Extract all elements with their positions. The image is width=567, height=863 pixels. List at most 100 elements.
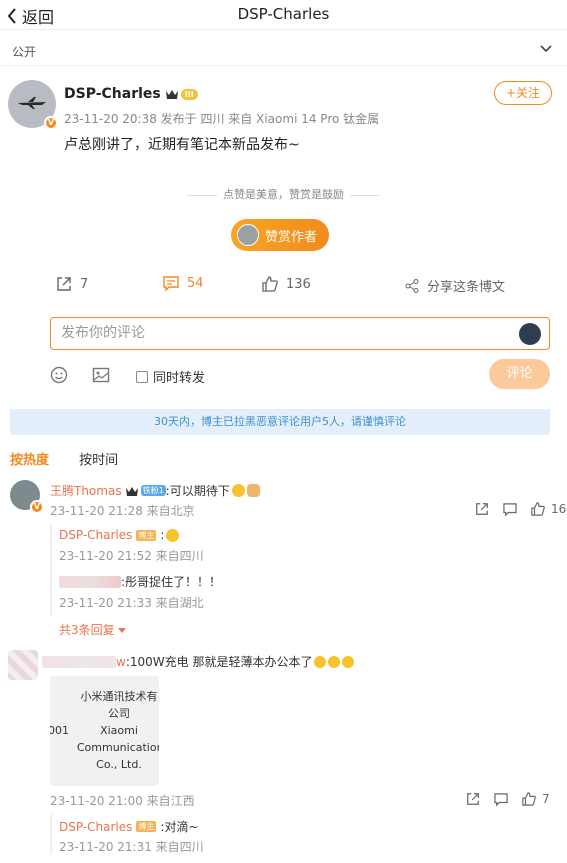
comment-button[interactable]: 54 — [163, 276, 204, 291]
clap-emoji-icon — [246, 484, 260, 497]
post-meta: 23-11-20 20:38 发布于 四川 来自 Xiaomi 14 Pro 钛… — [64, 112, 380, 126]
comment-icon[interactable] — [494, 792, 508, 806]
repost-icon — [57, 277, 71, 291]
repost-check-label: 同时转发 — [153, 371, 206, 386]
author-name[interactable]: DSP-Charles — [64, 86, 161, 102]
reply-line: :彤哥捉住了！！！ — [59, 573, 221, 590]
reply-thread — [50, 814, 52, 854]
repost-icon[interactable] — [475, 502, 489, 516]
thumbs-up-icon[interactable] — [522, 792, 536, 806]
comment-text: :可以期待下 — [165, 484, 230, 498]
top-nav: 返回 DSP-Charles — [0, 0, 567, 30]
author-badge: 博主 — [136, 529, 157, 541]
comment-actions: 16 — [461, 502, 566, 516]
card-line: 小米通讯技术有 — [80, 690, 158, 703]
card-line: Communicatior — [76, 741, 159, 754]
avatar[interactable] — [8, 650, 38, 680]
avatar[interactable]: V — [10, 480, 44, 514]
divider-line — [350, 194, 380, 196]
reward-avatar — [237, 224, 259, 246]
share-icon — [405, 278, 419, 293]
repost-button[interactable]: 7 — [56, 276, 88, 292]
divider-text: 点赞是美意，赞赏是鼓励 — [223, 188, 344, 201]
repost-count: 7 — [80, 276, 89, 292]
redacted-name — [59, 575, 121, 588]
comment-like-count: 16 — [551, 502, 567, 516]
level-badge: III — [180, 88, 198, 100]
commenter-name[interactable]: 王腾Thomas — [50, 482, 122, 499]
follow-button[interactable]: +关注 — [494, 81, 552, 105]
card-line: 公司 — [108, 707, 130, 720]
comment-icon[interactable] — [503, 502, 517, 516]
like-button[interactable]: 136 — [262, 276, 311, 292]
reward-divider: 点赞是美意，赞赏是鼓励 — [0, 186, 567, 202]
cat-emoji-icon — [328, 655, 341, 668]
comment-input[interactable] — [61, 325, 501, 341]
card-line: Xiaomi — [100, 724, 138, 737]
cat-emoji-icon — [342, 655, 355, 668]
more-replies-label: 共3条回复 — [59, 623, 115, 637]
author-name-row: DSP-Charles III — [64, 86, 198, 102]
reply-text: :彤哥捉住了！！！ — [121, 575, 222, 589]
thumbs-up-icon — [262, 276, 278, 292]
author-badge: 博主 — [136, 821, 157, 832]
emoji-icon[interactable] — [50, 366, 68, 384]
comment-line: w :100W充电 那就是轻薄本办公本了 — [42, 653, 355, 670]
verified-icon: V — [30, 500, 44, 514]
comment-image[interactable]: 001 小米通讯技术有 公司 Xiaomi Communicatior Co.,… — [50, 676, 159, 786]
post-text: 卢总刚讲了，近期有笔记本新品发布~ — [64, 137, 300, 153]
comment-actions: 7 — [452, 792, 550, 806]
submit-comment-button[interactable]: 评论 — [489, 359, 550, 389]
reply-name[interactable]: DSP-Charles — [59, 820, 132, 834]
reply-line: DSP-Charles 博主 :对滴~ — [59, 818, 199, 835]
chevron-down-icon[interactable] — [539, 44, 553, 54]
avatar[interactable]: V — [8, 80, 58, 130]
image-icon[interactable] — [92, 366, 110, 384]
more-replies-link[interactable]: 共3条回复 — [59, 621, 127, 638]
tab-hot[interactable]: 按热度 — [10, 453, 49, 468]
caret-down-icon — [118, 628, 127, 633]
author-avatar-wrap[interactable]: V — [8, 80, 58, 130]
card-text: 小米通讯技术有 公司 Xiaomi Communicatior Co., Ltd… — [74, 688, 159, 773]
reply-meta: 23-11-20 21:52 来自四川 — [59, 549, 204, 563]
verified-icon: V — [44, 116, 58, 130]
comment-count: 54 — [187, 276, 204, 291]
fan-badge: 铁粉1 — [140, 485, 166, 496]
blacklist-notice: 30天内，博主已拉黑恶意评论用户5人，请谨慎评论 — [10, 409, 550, 435]
like-count: 136 — [286, 276, 311, 292]
comment-icon — [163, 276, 179, 291]
smile-emoji-icon — [166, 528, 180, 542]
thumbs-up-icon[interactable] — [531, 502, 545, 516]
reply-line: DSP-Charles 博主 : — [59, 528, 180, 542]
reply-text: :对滴~ — [160, 820, 199, 834]
comment-line: 王腾Thomas 铁粉1 :可以期待下 — [50, 482, 260, 499]
comment-meta: 23-11-20 21:00 来自江西 — [50, 794, 195, 808]
checkbox[interactable] — [136, 370, 148, 383]
page-title: DSP-Charles — [237, 5, 330, 23]
laugh-emoji-icon — [231, 484, 245, 497]
tab-time[interactable]: 按时间 — [79, 453, 118, 468]
comment-meta: 23-11-20 21:28 来自北京 — [50, 504, 195, 518]
cat-emoji-icon — [314, 655, 327, 668]
commenter-name[interactable]: w — [116, 655, 126, 669]
reply-text: : — [160, 528, 165, 542]
airplane-icon — [18, 97, 46, 109]
repost-icon[interactable] — [466, 792, 480, 806]
comment-box[interactable] — [50, 317, 550, 350]
share-button[interactable]: 分享这条博文 — [405, 276, 505, 295]
ai-assistant-icon[interactable] — [519, 323, 541, 345]
composer-tools: 同时转发 — [50, 364, 550, 388]
reply-name[interactable]: DSP-Charles — [59, 528, 132, 542]
repost-checkbox[interactable]: 同时转发 — [136, 367, 205, 386]
share-label: 分享这条博文 — [427, 280, 506, 295]
reply-meta: 23-11-20 21:33 来自湖北 — [59, 596, 204, 610]
card-side-text: 001 — [50, 724, 69, 737]
divider-line — [187, 194, 217, 196]
redacted-name — [42, 655, 116, 668]
visibility-row[interactable]: 公开 — [0, 34, 567, 66]
crown-icon — [125, 486, 138, 496]
reward-author-button[interactable]: 赞赏作者 — [231, 219, 329, 251]
comment-like-count: 7 — [542, 792, 550, 806]
sort-tabs: 按热度 按时间 — [10, 449, 118, 468]
crown-icon — [165, 90, 178, 99]
